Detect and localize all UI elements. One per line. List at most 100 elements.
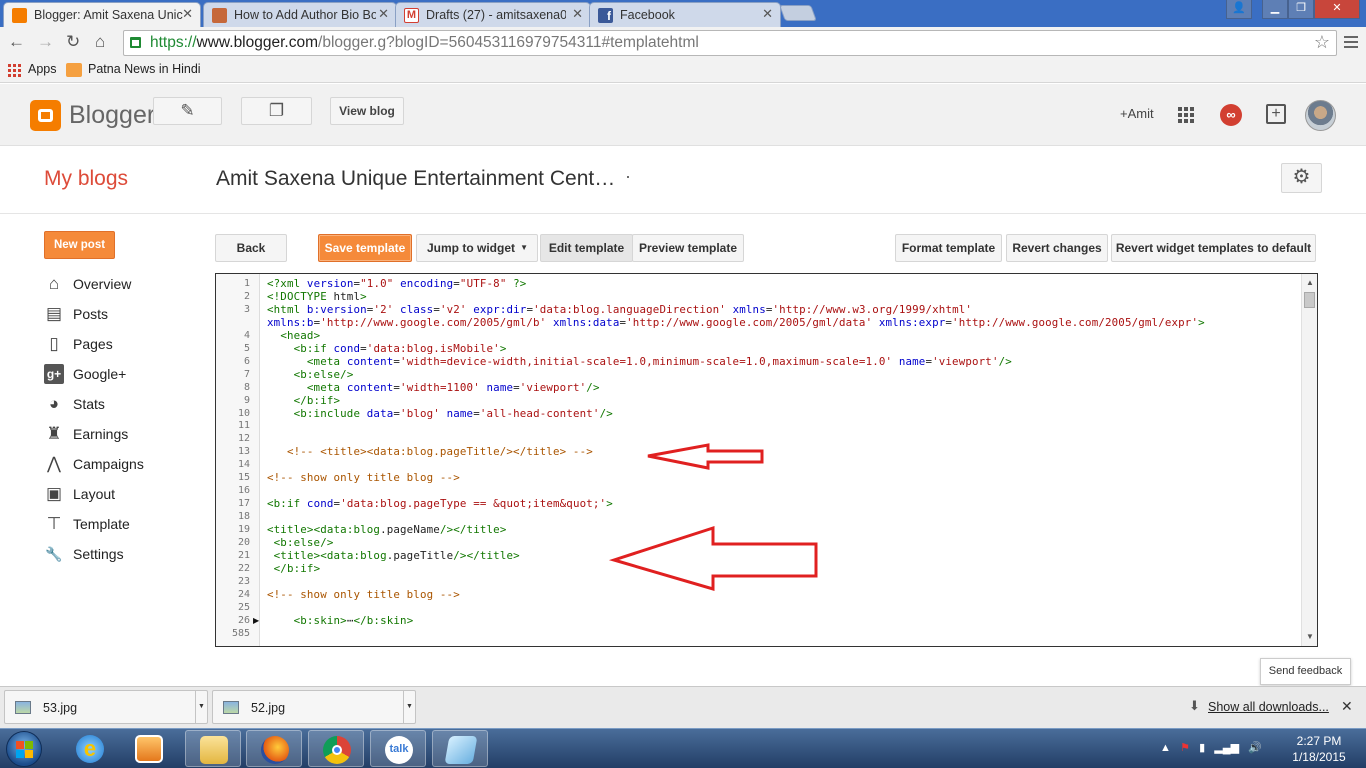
- chrome-icon[interactable]: [308, 730, 364, 767]
- bookmark-patna-news[interactable]: Patna News in Hindi: [88, 62, 201, 76]
- close-tab-icon[interactable]: ✕: [378, 6, 389, 22]
- edit-template-button[interactable]: Edit template: [540, 234, 633, 262]
- gmail-favicon-icon: M: [404, 8, 419, 23]
- gear-icon[interactable]: ⚙: [1281, 163, 1322, 193]
- windows-start-button[interactable]: [6, 731, 42, 767]
- code-line[interactable]: <!-- show only title blog -->: [267, 588, 460, 601]
- close-window-icon[interactable]: ✕: [1314, 0, 1360, 19]
- fold-arrow-icon[interactable]: ▶: [253, 616, 259, 625]
- back-button[interactable]: Back: [215, 234, 287, 262]
- download-item[interactable]: 52.jpg ▼: [212, 690, 416, 724]
- minimize-icon[interactable]: ▁: [1262, 0, 1288, 19]
- share-plus-icon[interactable]: +: [1266, 104, 1286, 124]
- scroll-up-icon[interactable]: ▲: [1306, 278, 1314, 287]
- firefox-icon[interactable]: [246, 730, 302, 767]
- media-player-icon[interactable]: [121, 730, 177, 767]
- vertical-scrollbar[interactable]: ▲ ▼: [1301, 274, 1317, 646]
- code-line[interactable]: <!-- <title><data:blog.pageTitle/></titl…: [267, 445, 593, 458]
- code-line[interactable]: <b:if cond='data:blog.pageType == &quot;…: [267, 497, 613, 510]
- code-line[interactable]: <!-- show only title blog -->: [267, 471, 460, 484]
- code-line[interactable]: <head>: [267, 329, 320, 342]
- code-line[interactable]: <title><data:blog.pageName/></title>: [267, 523, 506, 536]
- user-profile-icon[interactable]: 👤: [1226, 0, 1252, 19]
- scroll-down-icon[interactable]: ▼: [1306, 632, 1314, 641]
- address-bar[interactable]: https://www.blogger.com/blogger.g?blogID…: [123, 30, 1337, 56]
- line-number: 12: [237, 433, 250, 445]
- view-blog-button[interactable]: View blog: [330, 97, 404, 125]
- flag-alert-icon[interactable]: ⚑: [1180, 742, 1190, 754]
- code-line[interactable]: <?xml version="1.0" encoding="UTF-8" ?>: [267, 277, 526, 290]
- signal-icon[interactable]: ▂▄▆: [1214, 742, 1239, 754]
- apps-grid-icon[interactable]: [8, 64, 21, 77]
- code-line[interactable]: <b:else/>: [267, 368, 354, 381]
- download-item[interactable]: 53.jpg ▼: [4, 690, 208, 724]
- sidebar-item-label: Overview: [73, 276, 132, 292]
- code-line[interactable]: <meta content='width=1100' name='viewpor…: [267, 381, 600, 394]
- code-line[interactable]: <meta content='width=device-width,initia…: [267, 355, 1012, 368]
- close-tab-icon[interactable]: ✕: [572, 6, 583, 22]
- code-line[interactable]: <b:skin>⋯</b:skin>: [267, 614, 414, 627]
- code-line[interactable]: </b:if>: [267, 562, 320, 575]
- code-line[interactable]: <html b:version='2' class='v2' expr:dir=…: [267, 303, 972, 316]
- bookmark-apps[interactable]: Apps: [28, 62, 57, 76]
- code-line[interactable]: </b:if>: [267, 394, 340, 407]
- notifications-badge[interactable]: ∞: [1220, 104, 1242, 126]
- browser-window: Blogger: Amit Saxena Unic ✕ How to Add A…: [0, 0, 1366, 768]
- line-number: 2: [243, 290, 250, 302]
- chevron-down-icon[interactable]: ▼: [195, 691, 207, 723]
- system-tray[interactable]: ▲ ⚑ ▮ ▂▄▆ 🔊: [1160, 741, 1262, 754]
- blog-list-button[interactable]: ❐: [241, 97, 312, 125]
- revert-changes-button[interactable]: Revert changes: [1006, 234, 1108, 262]
- close-tab-icon[interactable]: ✕: [182, 6, 193, 22]
- new-tab-button[interactable]: [779, 5, 817, 21]
- avatar[interactable]: [1305, 100, 1336, 131]
- reload-icon[interactable]: ↻: [66, 32, 80, 52]
- my-blogs-link[interactable]: My blogs: [44, 167, 128, 191]
- battery-icon[interactable]: ▮: [1199, 742, 1205, 754]
- jump-to-widget-button[interactable]: Jump to widget ▼: [416, 234, 538, 262]
- code-line[interactable]: xmlns:b='http://www.google.com/2005/gml/…: [267, 316, 1205, 329]
- code-line[interactable]: <b:else/>: [267, 536, 334, 549]
- show-hidden-icons-icon[interactable]: ▲: [1160, 742, 1171, 754]
- code-line[interactable]: <b:include data='blog' name='all-head-co…: [267, 407, 613, 420]
- home-icon[interactable]: ⌂: [95, 32, 105, 52]
- code-line[interactable]: <b:if cond='data:blog.isMobile'>: [267, 342, 507, 355]
- blogger-brand[interactable]: Blogger: [69, 101, 155, 130]
- revert-widget-templates-button[interactable]: Revert widget templates to default: [1111, 234, 1316, 262]
- tab-author-bio[interactable]: How to Add Author Bio Bo ✕: [203, 2, 397, 27]
- maximize-icon[interactable]: ❐: [1288, 0, 1314, 19]
- send-feedback-button[interactable]: Send feedback: [1260, 658, 1351, 685]
- preview-template-button[interactable]: Preview template: [632, 234, 744, 262]
- blogger-logo-icon[interactable]: [30, 100, 61, 131]
- notepad-icon[interactable]: [432, 730, 488, 767]
- format-template-button[interactable]: Format template: [895, 234, 1002, 262]
- tab-gmail-drafts[interactable]: M Drafts (27) - amitsaxena05 ✕: [395, 2, 591, 27]
- chrome-menu-icon[interactable]: [1344, 36, 1358, 51]
- chevron-down-icon[interactable]: ▼: [403, 691, 415, 723]
- volume-icon[interactable]: 🔊: [1248, 742, 1262, 754]
- forward-arrow-icon[interactable]: →: [37, 32, 54, 52]
- blog-title-dropdown[interactable]: Amit Saxena Unique Entertainment Cent…: [216, 167, 615, 191]
- file-explorer-icon[interactable]: [185, 730, 241, 767]
- new-post-button[interactable]: New post: [44, 231, 115, 259]
- line-number: 7: [243, 368, 250, 380]
- wrench-icon: 🔧: [45, 546, 63, 562]
- bookmark-star-icon[interactable]: ☆: [1314, 32, 1330, 53]
- save-template-button[interactable]: Save template: [318, 234, 412, 262]
- close-downloads-icon[interactable]: ✕: [1341, 698, 1353, 715]
- code-line[interactable]: <!DOCTYPE html>: [267, 290, 367, 303]
- new-post-pencil-button[interactable]: ✎: [153, 97, 222, 125]
- internet-explorer-icon[interactable]: e: [62, 730, 118, 767]
- tab-facebook[interactable]: f Facebook ✕: [589, 2, 781, 27]
- google-talk-icon[interactable]: talk: [370, 730, 426, 767]
- scrollbar-thumb[interactable]: [1304, 292, 1315, 308]
- google-plus-user-link[interactable]: +Amit: [1120, 106, 1154, 121]
- back-arrow-icon[interactable]: ←: [8, 32, 25, 52]
- line-number: 17: [237, 498, 250, 510]
- code-line[interactable]: <title><data:blog.pageTitle/></title>: [267, 549, 520, 562]
- show-all-downloads-link[interactable]: Show all downloads...: [1208, 700, 1329, 714]
- close-tab-icon[interactable]: ✕: [762, 6, 773, 22]
- google-apps-icon[interactable]: [1178, 107, 1194, 123]
- system-clock[interactable]: 2:27 PM 1/18/2015: [1284, 733, 1354, 765]
- tab-blogger[interactable]: Blogger: Amit Saxena Unic ✕: [3, 2, 201, 27]
